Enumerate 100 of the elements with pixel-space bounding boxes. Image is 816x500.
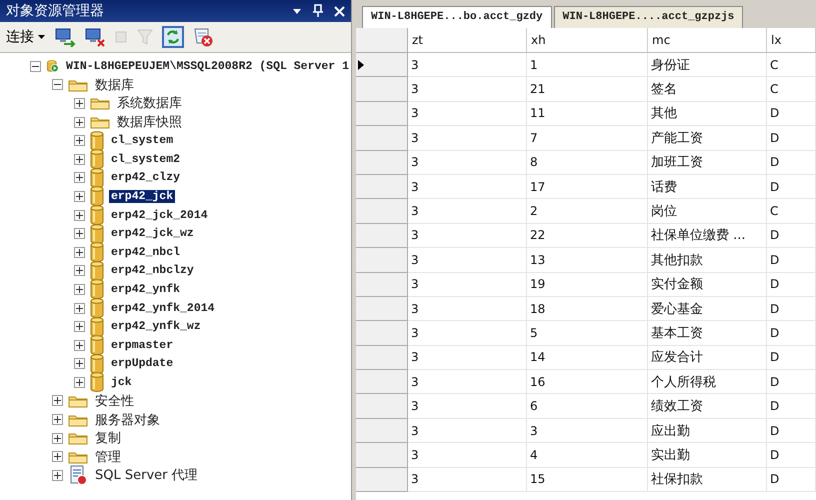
table-cell: 3	[527, 418, 648, 444]
tree-item[interactable]: 数据库快照	[115, 113, 184, 132]
expand-toggle[interactable]	[74, 172, 85, 184]
tree-item[interactable]: jck	[109, 376, 134, 389]
tree-item[interactable]: erpUpdate	[109, 357, 176, 370]
table-cell: 5	[527, 321, 648, 346]
tree-item[interactable]: 数据库	[93, 76, 136, 94]
row-header[interactable]	[356, 53, 408, 78]
table-cell: 21	[527, 77, 648, 102]
expand-toggle[interactable]	[74, 358, 85, 370]
computer-arrow-button[interactable]	[53, 26, 77, 48]
expand-toggle[interactable]	[74, 135, 85, 146]
tree-item[interactable]: 复制	[93, 429, 123, 448]
table-cell: 19	[527, 272, 648, 297]
tree-item[interactable]: erpmaster	[109, 338, 176, 352]
expand-toggle[interactable]	[74, 302, 85, 314]
table-cell: 18	[527, 296, 648, 322]
table-cell: 话费	[648, 174, 767, 200]
tree-item[interactable]: erp42_jck	[109, 190, 176, 203]
database-icon	[90, 168, 104, 188]
tree-item[interactable]: erp42_ynfk_wz	[109, 320, 203, 334]
table-cell: C	[767, 77, 816, 102]
tree-item[interactable]: 服务器对象	[93, 410, 162, 429]
folder-icon	[90, 115, 110, 130]
tree-item[interactable]: 系统数据库	[115, 94, 184, 112]
column-header[interactable]: zt	[408, 28, 527, 53]
database-icon	[90, 149, 104, 170]
tree-item[interactable]: cl_system	[109, 134, 176, 148]
database-icon	[90, 335, 104, 356]
table-cell: 身份证	[648, 53, 767, 78]
table-cell: D	[767, 418, 816, 444]
tree-item[interactable]: SQL Server 代理	[93, 466, 200, 484]
expand-toggle[interactable]	[74, 228, 85, 240]
caret-icon	[38, 34, 45, 40]
expand-toggle[interactable]	[74, 376, 85, 388]
column-header[interactable]: mc	[648, 28, 767, 53]
document-tab[interactable]: WIN-L8HGEPE....acct_gzpzjs	[554, 6, 744, 28]
collapse-toggle[interactable]	[52, 79, 63, 90]
expand-toggle[interactable]	[74, 284, 85, 295]
table-cell: 个人所得税	[648, 370, 767, 394]
table-cell: 6	[527, 394, 648, 419]
database-icon	[90, 372, 104, 392]
expand-toggle[interactable]	[74, 340, 85, 351]
column-header[interactable]: xh	[527, 28, 648, 53]
connect-button[interactable]: 连接	[4, 28, 47, 46]
tree-item[interactable]: erp42_clzy	[109, 171, 182, 184]
database-icon	[90, 298, 104, 318]
dropdown-button[interactable]	[292, 6, 302, 16]
table-cell: 1	[527, 53, 648, 78]
tree-item[interactable]: erp42_ynfk	[109, 282, 182, 296]
expand-toggle[interactable]	[74, 154, 85, 165]
table-cell: D	[767, 248, 816, 273]
table-cell: 应出勤	[648, 418, 767, 444]
expand-toggle[interactable]	[52, 395, 63, 406]
computer-x-button[interactable]	[83, 26, 107, 48]
tree-item[interactable]: erp42_ynfk_2014	[109, 302, 217, 315]
table-cell: 3	[408, 126, 527, 151]
table-cell: 3	[408, 248, 527, 273]
table-cell: D	[767, 150, 816, 175]
table-cell: 3	[408, 174, 527, 200]
column-header[interactable]: lx	[767, 28, 816, 53]
document-tab[interactable]: WIN-L8HGEPE...bo.acct_gzdy	[362, 6, 552, 28]
tree-item[interactable]: 安全性	[93, 392, 136, 410]
table-cell: 7	[527, 126, 648, 151]
table-cell: D	[767, 321, 816, 346]
tree-item[interactable]: erp42_nbclzy	[109, 264, 196, 278]
database-icon	[90, 186, 104, 206]
table-cell: 社保扣款	[648, 468, 767, 492]
expand-toggle[interactable]	[74, 98, 85, 109]
table-cell: D	[767, 224, 816, 248]
collapse-toggle[interactable]	[30, 60, 41, 72]
expand-toggle[interactable]	[52, 470, 63, 481]
table-cell: 22	[527, 224, 648, 248]
expand-toggle[interactable]	[74, 116, 85, 128]
expand-toggle[interactable]	[52, 432, 63, 444]
expand-toggle[interactable]	[74, 265, 85, 276]
table-cell: D	[767, 394, 816, 419]
table-cell: C	[767, 199, 816, 224]
table-cell: 15	[527, 468, 648, 492]
expand-toggle[interactable]	[52, 414, 63, 426]
pin-button[interactable]	[312, 4, 324, 18]
tree-item[interactable]: erp42_nbcl	[109, 246, 182, 259]
refresh-button[interactable]	[161, 25, 185, 49]
tree-item[interactable]: erp42_jck_wz	[109, 227, 196, 240]
table-cell: 爱心基金	[648, 296, 767, 322]
table-cell: 3	[408, 224, 527, 248]
database-icon	[90, 260, 104, 281]
expand-toggle[interactable]	[74, 321, 85, 332]
table-cell: D	[767, 296, 816, 322]
tree-item[interactable]: erp42_jck_2014	[109, 208, 210, 222]
expand-toggle[interactable]	[74, 190, 85, 202]
expand-toggle[interactable]	[74, 210, 85, 221]
database-icon	[90, 279, 104, 300]
close-button[interactable]	[334, 6, 345, 16]
expand-toggle[interactable]	[74, 246, 85, 258]
tree-item[interactable]: WIN-L8HGEPEUJEM\MSSQL2008R2 (SQL Server 1	[64, 60, 351, 73]
expand-toggle[interactable]	[52, 451, 63, 462]
table-cell: 绩效工资	[648, 394, 767, 419]
tree-item[interactable]: cl_system2	[109, 152, 182, 166]
tree-item[interactable]: 管理	[93, 448, 123, 466]
